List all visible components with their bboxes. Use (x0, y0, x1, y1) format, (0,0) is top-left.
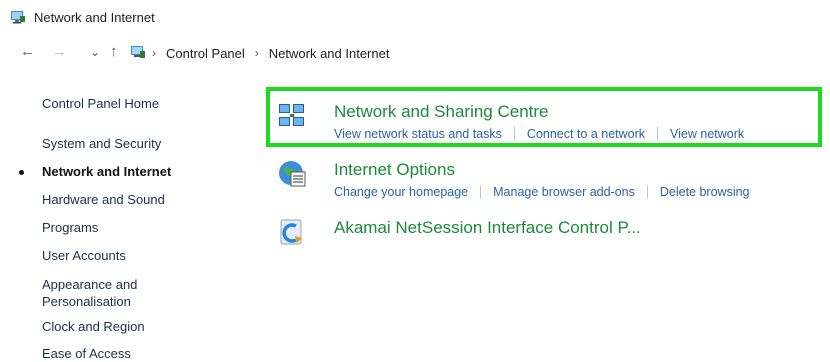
link-divider (646, 185, 648, 199)
title-bar: Network and Internet (0, 0, 830, 34)
window-title: Network and Internet (34, 10, 155, 25)
sidebar-item-user-accounts[interactable]: User Accounts (42, 248, 126, 264)
breadcrumb-separator: › (254, 46, 259, 60)
category-title[interactable]: Internet Options (334, 160, 455, 180)
forward-button[interactable]: → (52, 44, 67, 60)
link-view-network[interactable]: View network (670, 126, 744, 142)
link-divider (513, 127, 515, 141)
network-icon (11, 11, 25, 24)
link-connect-to-network[interactable]: Connect to a network (527, 126, 645, 142)
sidebar-item-ease-of-access[interactable]: Ease of Access (42, 346, 131, 362)
category-links: View network status and tasks Connect to… (334, 126, 744, 142)
up-button[interactable]: ↑ (110, 44, 118, 60)
recent-locations-button[interactable]: ⌄ (90, 44, 100, 60)
breadcrumb: › Control Panel › Network and Internet (148, 44, 389, 62)
link-change-homepage[interactable]: Change your homepage (334, 184, 468, 200)
category-links: Change your homepage Manage browser add-… (334, 184, 750, 200)
link-delete-browsing[interactable]: Delete browsing (660, 184, 750, 200)
back-button[interactable]: ← (20, 44, 35, 60)
sidebar-item-programs[interactable]: Programs (42, 220, 98, 236)
link-manage-addons[interactable]: Manage browser add-ons (493, 184, 635, 200)
breadcrumb-control-panel[interactable]: Control Panel (166, 46, 245, 61)
link-divider (480, 185, 482, 199)
sidebar-item-clock-and-region[interactable]: Clock and Region (42, 319, 145, 335)
sidebar-item-network-and-internet[interactable]: Network and Internet (42, 164, 171, 180)
sidebar-item-appearance[interactable]: Appearance and (42, 277, 137, 293)
sidebar-item-appearance-line2[interactable]: Personalisation (42, 294, 131, 310)
internet-options-icon (279, 161, 306, 187)
control-panel-icon (131, 46, 145, 58)
breadcrumb-network-and-internet[interactable]: Network and Internet (269, 46, 390, 61)
active-indicator (19, 170, 24, 175)
sidebar-item-hardware-and-sound[interactable]: Hardware and Sound (42, 192, 165, 208)
sidebar-item-control-panel-home[interactable]: Control Panel Home (42, 96, 159, 112)
link-view-network-status[interactable]: View network status and tasks (334, 126, 502, 142)
akamai-icon (280, 219, 302, 245)
breadcrumb-separator: › (152, 46, 156, 60)
sidebar-item-system-and-security[interactable]: System and Security (42, 136, 161, 152)
category-title[interactable]: Network and Sharing Centre (334, 102, 549, 122)
address-bar: ← → ⌄ ↑ › Control Panel › Network and In… (0, 38, 830, 68)
link-divider (657, 127, 659, 141)
network-sharing-icon (279, 104, 304, 126)
category-title[interactable]: Akamai NetSession Interface Control P... (334, 218, 641, 238)
